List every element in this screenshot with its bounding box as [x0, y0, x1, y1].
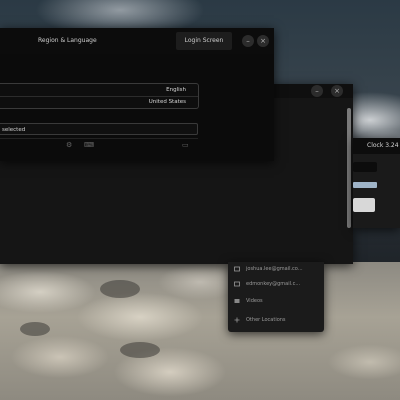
login-screen-button[interactable]: Login Screen [176, 32, 232, 50]
list-item[interactable]: Videos [228, 294, 324, 309]
video-icon [234, 298, 240, 304]
clock-selected-item[interactable] [353, 182, 377, 188]
formats-value[interactable]: United States [149, 99, 186, 105]
language-value[interactable]: English [166, 87, 186, 93]
input-toolbar: ⚙ ⌨ ▭ [0, 138, 198, 153]
keyboard-icon[interactable]: ⌨ [84, 141, 94, 149]
list-divider [0, 96, 198, 97]
clock-field[interactable] [353, 162, 377, 172]
waves-background [0, 262, 400, 400]
minimize-button[interactable]: – [311, 85, 323, 97]
region-titlebar: Region & Language Login Screen – × [0, 28, 274, 54]
settings-icon[interactable]: ⚙ [66, 141, 72, 149]
layout-icon[interactable]: ▭ [182, 141, 189, 149]
language-formats-list: English United States [0, 83, 199, 109]
list-item[interactable]: Other Locations [228, 313, 324, 328]
input-sources-field[interactable]: selected [0, 123, 198, 135]
clock-button[interactable] [353, 198, 375, 212]
window-title: Region & Language [38, 37, 97, 44]
places-menu: joshua.lee@gmail.co... edmonkey@gmail.c.… [228, 262, 324, 332]
region-language-window: Region & Language Login Screen – × Engli… [0, 28, 274, 161]
scrollbar[interactable] [347, 108, 351, 228]
clock-window: Clock 3.24 [353, 138, 400, 228]
minimize-button[interactable]: – [242, 35, 254, 47]
mail-icon [234, 281, 240, 287]
plus-icon [234, 317, 240, 323]
close-button[interactable]: × [257, 35, 269, 47]
list-item[interactable]: edmonkey@gmail.c... [228, 277, 324, 292]
list-item[interactable]: joshua.lee@gmail.co... [228, 262, 324, 277]
clock-window-title: Clock 3.24 [367, 142, 399, 149]
close-button[interactable]: × [331, 85, 343, 97]
mail-icon [234, 266, 240, 272]
clock-titlebar: Clock 3.24 [353, 138, 400, 154]
